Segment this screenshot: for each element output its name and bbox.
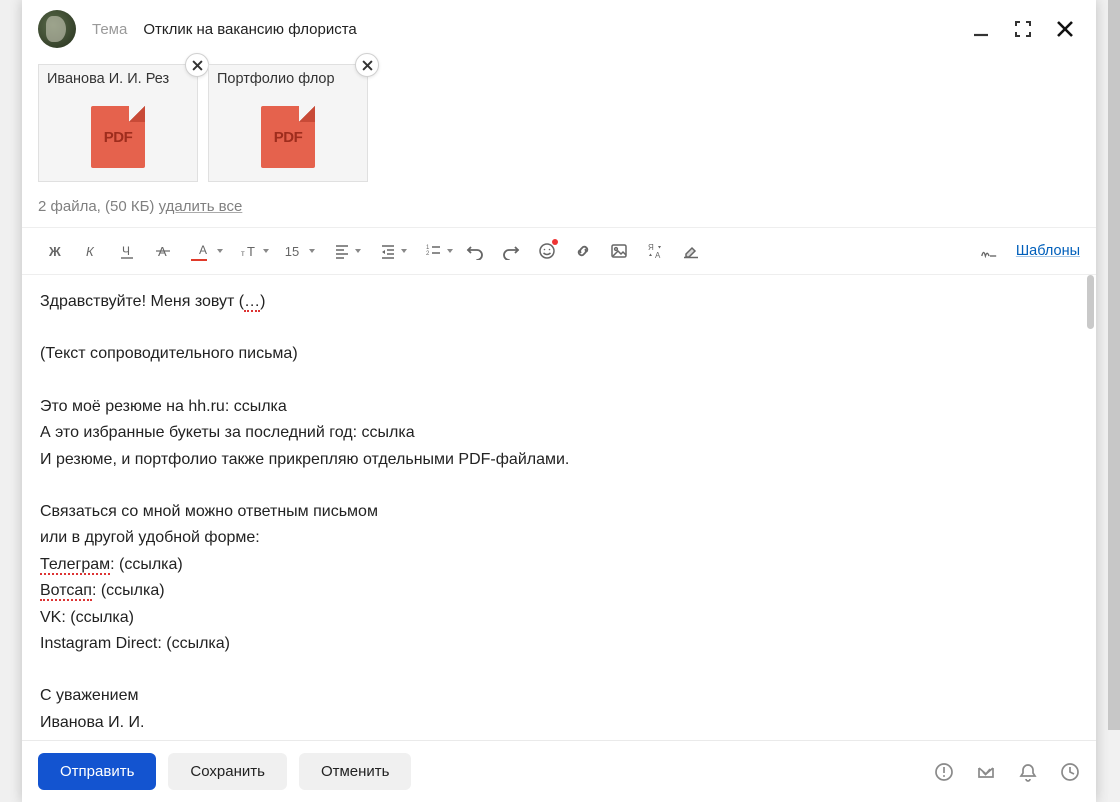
image-button[interactable]	[602, 236, 636, 266]
attachment-name: Портфолио флор	[209, 65, 367, 93]
send-button[interactable]: Отправить	[38, 753, 156, 790]
attachment-remove-button[interactable]	[185, 53, 209, 77]
window-controls	[972, 20, 1080, 38]
signature-icon[interactable]	[980, 245, 998, 257]
maximize-icon[interactable]	[1014, 20, 1032, 38]
save-button[interactable]: Сохранить	[168, 753, 287, 790]
reminder-icon[interactable]	[1018, 762, 1038, 782]
svg-text:Ж: Ж	[48, 244, 61, 259]
font-size-adjust-button[interactable]: тТ	[228, 236, 272, 266]
align-button[interactable]	[320, 236, 364, 266]
delete-all-attachments-link[interactable]: удалить все	[159, 198, 243, 215]
compose-header: Тема Отклик на вакансию флориста	[22, 0, 1096, 56]
svg-text:Я: Я	[648, 243, 654, 252]
subject-input[interactable]: Отклик на вакансию флориста	[143, 21, 956, 38]
undo-button[interactable]	[458, 236, 492, 266]
read-receipt-icon[interactable]	[976, 762, 996, 782]
svg-text:A: A	[199, 243, 207, 257]
schedule-icon[interactable]	[1060, 762, 1080, 782]
svg-text:2: 2	[426, 251, 430, 257]
subject-label: Тема	[92, 21, 127, 38]
list-button[interactable]: 12	[412, 236, 456, 266]
underline-button[interactable]: Ч	[110, 236, 144, 266]
italic-button[interactable]: К	[74, 236, 108, 266]
indent-button[interactable]	[366, 236, 410, 266]
attachment-name: Иванова И. И. Рез	[39, 65, 197, 93]
emoji-button[interactable]	[530, 236, 564, 266]
attachment-card[interactable]: Иванова И. И. Рез PDF	[38, 64, 198, 182]
editor-scrollbar[interactable]	[1086, 275, 1094, 740]
footer-icons	[934, 762, 1080, 782]
pdf-icon: PDF	[261, 106, 315, 168]
attachments-summary: 2 файла, (50 КБ) удалить все	[22, 188, 1096, 227]
svg-text:Т: Т	[247, 244, 255, 259]
clear-format-button[interactable]	[674, 236, 708, 266]
font-size-select[interactable]: 15	[274, 236, 318, 266]
cancel-button[interactable]: Отменить	[299, 753, 412, 790]
svg-text:К: К	[86, 244, 95, 259]
text-color-button[interactable]: A	[182, 236, 226, 266]
close-icon[interactable]	[1056, 20, 1074, 38]
avatar[interactable]	[38, 10, 76, 48]
bold-button[interactable]: Ж	[38, 236, 72, 266]
svg-text:Ч: Ч	[122, 244, 130, 258]
attachment-card[interactable]: Портфолио флор PDF	[208, 64, 368, 182]
format-toolbar: Ж К Ч A A тТ 15 12 ЯA Шаблоны	[22, 228, 1096, 274]
link-button[interactable]	[566, 236, 600, 266]
translate-button[interactable]: ЯA	[638, 236, 672, 266]
pdf-icon: PDF	[91, 106, 145, 168]
compose-footer: Отправить Сохранить Отменить	[22, 740, 1096, 802]
minimize-icon[interactable]	[972, 20, 990, 38]
important-icon[interactable]	[934, 762, 954, 782]
attachment-remove-button[interactable]	[355, 53, 379, 77]
editor-scrollbar-thumb[interactable]	[1087, 275, 1094, 329]
compose-window: Тема Отклик на вакансию флориста Иванова…	[22, 0, 1096, 802]
attachments-row: Иванова И. И. Рез PDF Портфолио флор PDF	[22, 56, 1096, 188]
strikethrough-button[interactable]: A	[146, 236, 180, 266]
page-scrollbar-thumb[interactable]	[1108, 0, 1120, 730]
page-scrollbar[interactable]	[1108, 0, 1120, 802]
svg-text:т: т	[241, 249, 245, 258]
templates-link[interactable]: Шаблоны	[1016, 243, 1080, 259]
svg-text:A: A	[655, 251, 661, 260]
message-body-editor[interactable]: Здравствуйте! Меня зовут (…) (Текст сопр…	[22, 275, 1096, 740]
redo-button[interactable]	[494, 236, 528, 266]
